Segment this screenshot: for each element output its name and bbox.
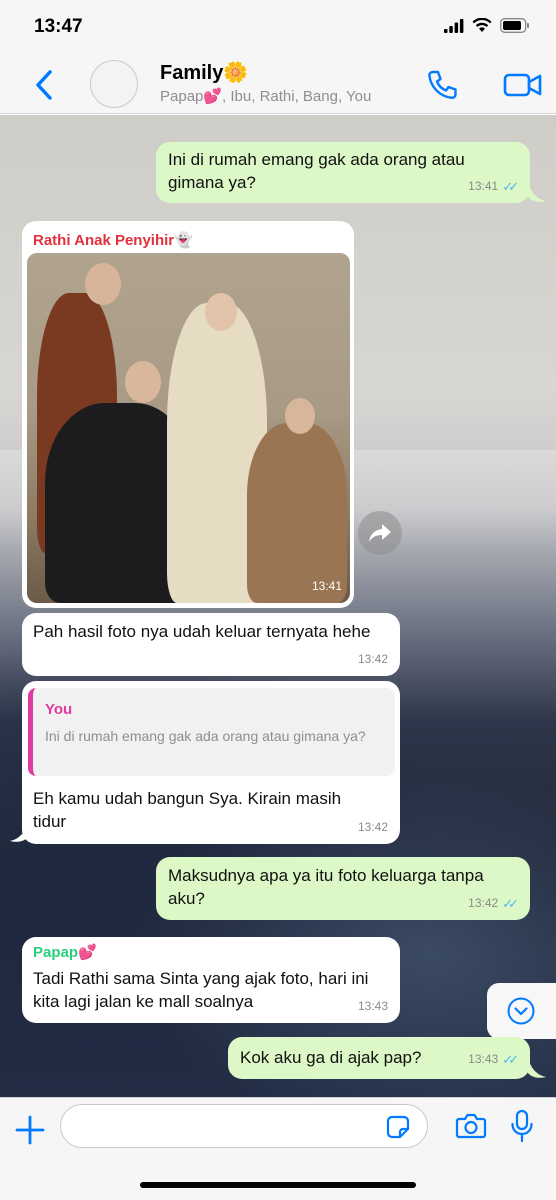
- camera-button[interactable]: [455, 1111, 487, 1141]
- composer-bar: [0, 1097, 556, 1200]
- message-incoming[interactable]: Papap💕 Tadi Rathi sama Sinta yang ajak f…: [22, 937, 400, 1023]
- photo-face: [85, 263, 121, 305]
- status-bar: 13:47: [0, 0, 556, 56]
- video-camera-icon: [503, 73, 542, 97]
- message-meta: 13:42: [358, 816, 388, 839]
- message-time: 13:43: [468, 1052, 499, 1066]
- photo-face: [285, 398, 315, 434]
- read-ticks-icon: ✓✓: [502, 179, 519, 194]
- chat-header: Family🌼 Papap💕, Ibu, Rathi, Bang, You: [0, 56, 556, 114]
- voice-call-button[interactable]: [424, 67, 460, 103]
- chevron-down-icon: [507, 997, 535, 1025]
- photo-time: 13:41: [311, 579, 342, 593]
- sender-name[interactable]: Rathi Anak Penyihir👻: [33, 229, 193, 252]
- message-meta: 13:41 ✓✓: [468, 175, 519, 198]
- bubble-tail: [528, 1057, 546, 1078]
- message-outgoing[interactable]: Kok aku ga di ajak pap? 13:43 ✓✓: [228, 1037, 530, 1079]
- message-incoming[interactable]: Pah hasil foto nya udah keluar ternyata …: [22, 613, 400, 676]
- read-ticks-icon: ✓✓: [502, 1052, 519, 1067]
- message-time: 13:42: [357, 820, 388, 834]
- message-meta: 13:43 ✓✓: [468, 1048, 519, 1071]
- message-text: Pah hasil foto nya udah keluar ternyata …: [33, 622, 371, 641]
- status-time: 13:47: [34, 16, 83, 37]
- message-meta: 13:43: [358, 995, 388, 1018]
- quoted-sender: You: [45, 701, 73, 718]
- plus-icon: [15, 1115, 45, 1145]
- chat-title[interactable]: Family🌼: [160, 60, 248, 85]
- sender-name[interactable]: Papap💕: [33, 941, 389, 964]
- message-meta: 13:42 ✓✓: [468, 892, 519, 915]
- microphone-icon: [511, 1109, 533, 1143]
- video-call-button[interactable]: [502, 67, 544, 103]
- read-ticks-icon: ✓✓: [502, 896, 519, 911]
- status-icons: [444, 18, 530, 33]
- message-text: Eh kamu udah bangun Sya. Kirain masih ti…: [33, 789, 342, 831]
- photo-face: [125, 361, 161, 403]
- shared-photo[interactable]: 13:41: [27, 253, 350, 603]
- scroll-to-bottom-button[interactable]: [487, 983, 556, 1039]
- message-time: 13:42: [357, 652, 388, 666]
- wifi-icon: [472, 18, 492, 32]
- signal-icon: [444, 18, 464, 33]
- camera-icon: [455, 1113, 487, 1139]
- quoted-message[interactable]: You Ini di rumah emang gak ada orang ata…: [28, 688, 395, 776]
- photo-face: [205, 293, 237, 331]
- message-incoming-photo[interactable]: Rathi Anak Penyihir👻 13:41: [22, 221, 354, 608]
- message-meta: 13:42: [358, 648, 388, 671]
- chat-area[interactable]: Ini di rumah emang gak ada orang atau gi…: [0, 115, 556, 1097]
- message-text: Tadi Rathi sama Sinta yang ajak foto, ha…: [33, 969, 369, 1011]
- back-button[interactable]: [30, 68, 60, 102]
- message-outgoing[interactable]: Maksudnya apa ya itu foto keluarga tanpa…: [156, 857, 530, 920]
- home-indicator: [140, 1182, 416, 1188]
- battery-icon: [500, 18, 529, 33]
- message-time: 13:41: [468, 179, 499, 193]
- phone-icon: [428, 70, 457, 100]
- sticker-icon: [386, 1115, 410, 1139]
- message-time: 13:42: [468, 896, 499, 910]
- message-text: Maksudnya apa ya itu foto keluarga tanpa…: [168, 866, 484, 908]
- attach-button[interactable]: [14, 1114, 46, 1146]
- chat-participants[interactable]: Papap💕, Ibu, Rathi, Bang, You: [160, 87, 371, 105]
- back-chevron-icon: [36, 70, 52, 100]
- message-text: Ini di rumah emang gak ada orang atau gi…: [168, 150, 465, 192]
- group-avatar[interactable]: [90, 60, 138, 108]
- bubble-tail: [10, 821, 28, 842]
- microphone-button[interactable]: [510, 1109, 534, 1143]
- message-outgoing[interactable]: Ini di rumah emang gak ada orang atau gi…: [156, 142, 530, 203]
- message-time: 13:43: [357, 999, 388, 1013]
- forward-icon: [369, 524, 391, 542]
- sticker-button[interactable]: [386, 1115, 410, 1139]
- message-incoming-reply[interactable]: You Ini di rumah emang gak ada orang ata…: [22, 681, 400, 844]
- message-input[interactable]: [60, 1104, 428, 1148]
- forward-button[interactable]: [358, 511, 402, 555]
- bubble-tail: [528, 181, 546, 202]
- quoted-text: Ini di rumah emang gak ada orang atau gi…: [45, 728, 366, 744]
